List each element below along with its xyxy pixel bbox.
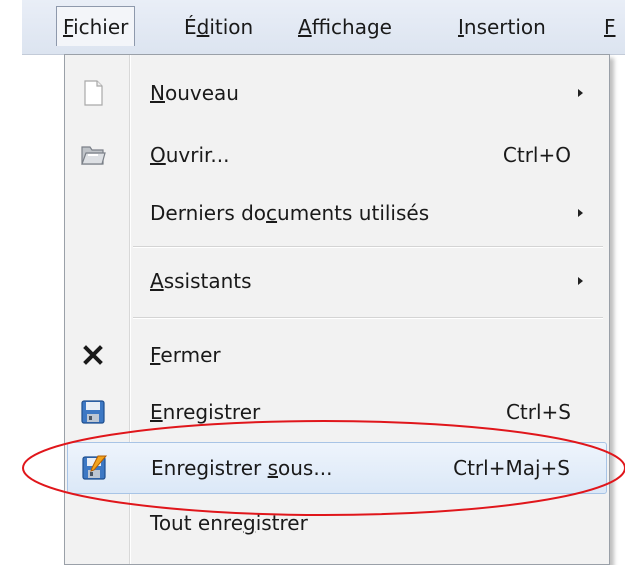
- menu-edition[interactable]: Édition: [184, 12, 253, 42]
- menu-item-enregistrer[interactable]: Enregistrer Ctrl+S: [67, 388, 607, 436]
- menu-item-label: Nouveau: [150, 81, 239, 105]
- menu-item-label: Enregistrer sous...: [151, 456, 333, 480]
- save-icon: [79, 398, 107, 426]
- open-folder-icon: [79, 141, 107, 169]
- submenu-arrow-icon: [578, 277, 583, 285]
- menu-insertion[interactable]: Insertion: [458, 12, 546, 42]
- menu-item-recent-documents[interactable]: Derniers documents utilisés: [67, 189, 607, 237]
- menu-item-label: Tout enregistrer: [150, 511, 308, 535]
- menu-item-label: Fermer: [150, 343, 221, 367]
- menu-item-nouveau[interactable]: Nouveau: [67, 69, 607, 117]
- shortcut-label: Ctrl+Maj+S: [453, 456, 570, 480]
- menu-separator: [133, 246, 603, 248]
- menu-item-fermer[interactable]: Fermer: [67, 331, 607, 379]
- menu-bar: Fichier Édition Affichage Insertion F: [22, 0, 625, 55]
- new-document-icon: [79, 79, 107, 107]
- menu-separator: [133, 317, 603, 319]
- close-icon: [79, 341, 107, 369]
- menu-item-label: Derniers documents utilisés: [150, 201, 430, 225]
- submenu-arrow-icon: [578, 89, 583, 97]
- submenu-arrow-icon: [578, 209, 583, 217]
- menu-fichier[interactable]: Fichier: [56, 6, 136, 46]
- menu-item-assistants[interactable]: Assistants: [67, 257, 607, 305]
- fichier-dropdown-menu: Nouveau Ouvrir... Ctrl+O Derniers docume…: [64, 54, 610, 565]
- menu-item-label: Enregistrer: [150, 400, 261, 424]
- menu-item-label: Assistants: [150, 269, 252, 293]
- menu-affichage[interactable]: Affichage: [298, 12, 392, 42]
- shortcut-label: Ctrl+O: [502, 143, 571, 167]
- menu-item-enregistrer-sous[interactable]: Enregistrer sous... Ctrl+Maj+S: [67, 442, 607, 494]
- menu-format-partial[interactable]: F: [604, 12, 616, 42]
- menu-item-label: Ouvrir...: [150, 143, 230, 167]
- shortcut-label: Ctrl+S: [505, 400, 571, 424]
- menu-item-ouvrir[interactable]: Ouvrir... Ctrl+O: [67, 131, 607, 179]
- menu-item-tout-enregistrer[interactable]: Tout enregistrer: [67, 499, 607, 547]
- save-as-icon: [80, 454, 108, 482]
